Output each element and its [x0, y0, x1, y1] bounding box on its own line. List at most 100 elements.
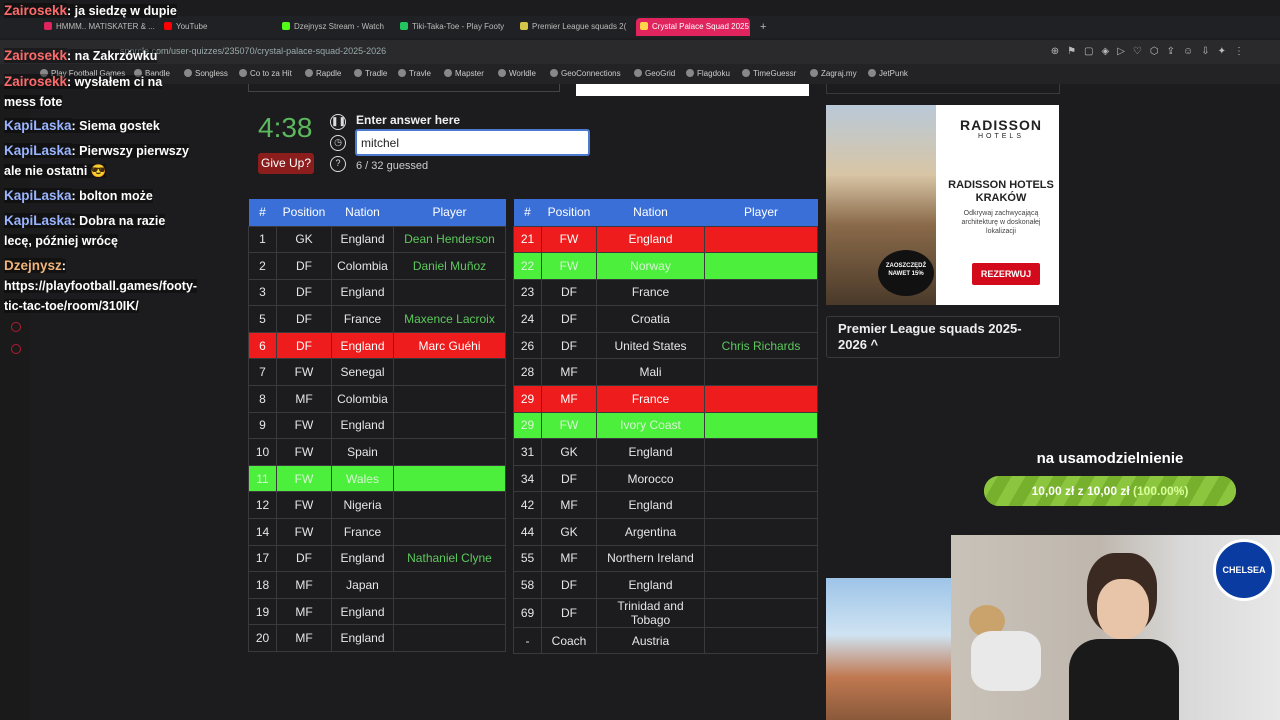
col-header-nation: Nation [331, 199, 394, 226]
bookmark[interactable]: Mapster [444, 69, 484, 78]
bookmark[interactable]: Co to za Hit [239, 69, 292, 78]
cell-nation: England [596, 571, 705, 599]
chat-username[interactable]: Dzejnysz [4, 258, 62, 273]
tab-4[interactable]: Premier League squads 2( [516, 18, 628, 36]
chat-text: : ja siedzę w dupie [67, 4, 177, 18]
tab-3[interactable]: Tiki-Taka-Toe - Play Footy [396, 18, 508, 36]
bookmark[interactable]: Zagraj.my [810, 69, 857, 78]
chat-text: : Siema gostek [71, 119, 160, 133]
settings-icon[interactable]: ⋮ [1234, 46, 1252, 57]
give-up-button[interactable]: Give Up? [258, 153, 314, 174]
cell-num: 69 [513, 597, 542, 628]
screenshot-icon[interactable]: ▢ [1084, 46, 1101, 57]
cell-player [704, 571, 818, 599]
cell-position: DF [541, 278, 597, 307]
cell-position: DF [276, 278, 332, 307]
table-row: 20 MF England [248, 624, 506, 652]
cell-player [704, 411, 818, 440]
ad-cta-button[interactable]: REZERWUJ [972, 263, 1040, 285]
answer-input[interactable] [355, 129, 590, 156]
quiz-timer: 4:38 [258, 112, 313, 143]
table-row: 17 DF England Nathaniel Clyne [248, 544, 506, 573]
chat-username[interactable]: KapiLaska [4, 143, 72, 158]
chat-username[interactable]: Zairosekk [4, 3, 68, 18]
table-row: 69 DF Trinidad and Tobago [513, 597, 818, 628]
cell-position: FW [276, 491, 332, 520]
cell-nation: England [331, 597, 394, 626]
bookmark[interactable]: GeoGrid [634, 69, 675, 78]
cell-nation: Japan [331, 571, 394, 599]
chat-username[interactable]: KapiLaska [4, 118, 72, 133]
cell-player [393, 358, 506, 387]
table-row: 26 DF United States Chris Richards [513, 331, 818, 360]
tab-2[interactable]: Dzejnysz Stream - Watch [278, 18, 388, 36]
bookmark-icon [354, 69, 362, 77]
chat-message: Zairosekk: wysłałem ci na mess fote [4, 72, 192, 112]
cell-num: 19 [248, 597, 277, 626]
settings-icon[interactable] [11, 344, 21, 354]
tab-5-active[interactable]: Crystal Palace Squad 2025 [636, 18, 750, 36]
donation-goal-title: na usamodzielnienie [1036, 450, 1184, 467]
bookmark-label: Worldle [509, 69, 536, 78]
chat-username[interactable]: Zairosekk [4, 48, 68, 63]
cell-player [704, 225, 818, 254]
extensions-icon[interactable]: ⬡ [1150, 46, 1167, 57]
cell-nation: England [596, 225, 705, 254]
bookmark-label: Rapdle [316, 69, 342, 78]
clock-icon[interactable]: ◷ [330, 135, 346, 151]
chat-username[interactable]: KapiLaska [4, 188, 72, 203]
webcam-feed: CHELSEA [951, 535, 1280, 720]
chat-username[interactable]: Zairosekk [4, 74, 68, 89]
screen: HMMM.. MATISKATER & ... YouTube Dzejnysz… [0, 0, 1280, 720]
help-icon[interactable]: ? [330, 156, 346, 172]
cell-position: MF [541, 385, 597, 413]
bookmark[interactable]: Travle [398, 69, 431, 78]
bookmark[interactable]: TimeGuessr [742, 69, 796, 78]
side-icon[interactable] [11, 322, 21, 332]
pin-icon[interactable]: ⚑ [1067, 46, 1084, 57]
bookmark[interactable]: Flagdoku [686, 69, 730, 78]
table-row: 31 GK England [513, 438, 818, 466]
download-icon[interactable]: ⇩ [1201, 46, 1217, 57]
cell-player [704, 438, 818, 466]
cell-position: FW [541, 225, 597, 254]
play-icon[interactable]: ▷ [1117, 46, 1133, 57]
cell-nation: Norway [596, 252, 705, 280]
cell-num: 31 [513, 438, 542, 466]
top-ad[interactable] [576, 84, 809, 96]
table-row: 58 DF England [513, 571, 818, 599]
bookmark[interactable]: JetPunk [868, 69, 908, 78]
bottom-ad[interactable] [826, 578, 952, 720]
cell-nation: Colombia [331, 252, 394, 280]
cell-num: 22 [513, 252, 542, 280]
table-row: 8 MF Colombia [248, 385, 506, 413]
ai-icon[interactable]: ✦ [1218, 46, 1234, 57]
cell-player [393, 624, 506, 652]
bookmark-label: GeoGrid [645, 69, 676, 78]
bookmark-icon [550, 69, 558, 77]
account-icon[interactable]: ☺ [1183, 46, 1201, 57]
radisson-ad[interactable]: ZAOSZCZĘDŹ NAWET 15% RADISSON HOTELS RADI… [826, 105, 1059, 305]
cell-num: 12 [248, 491, 277, 520]
bookmark[interactable]: Rapdle [305, 69, 341, 78]
shield-icon[interactable]: ◈ [1102, 46, 1118, 57]
bookmark[interactable]: GeoConnections [550, 69, 621, 78]
pause-icon[interactable]: ❚❚ [330, 114, 346, 130]
bookmark[interactable]: Tradle [354, 69, 387, 78]
cell-position: MF [541, 544, 597, 573]
heart-icon[interactable]: ♡ [1133, 46, 1150, 57]
new-tab-button[interactable]: + [756, 18, 770, 36]
share-icon[interactable]: ⇪ [1167, 46, 1183, 57]
premier-league-squads-box[interactable]: Premier League squads 2025-2026 ^ [826, 316, 1060, 358]
zoom-icon[interactable]: ⊕ [1051, 46, 1067, 57]
cell-nation: Spain [331, 438, 394, 466]
chat-username[interactable]: KapiLaska [4, 213, 72, 228]
bookmark[interactable]: Worldle [498, 69, 536, 78]
bookmark-label: TimeGuessr [753, 69, 797, 78]
cell-player [704, 305, 818, 333]
chevron-up-icon[interactable]: ^ [871, 337, 879, 352]
cell-position: MF [276, 597, 332, 626]
cell-nation: Croatia [596, 305, 705, 333]
table-row: 23 DF France [513, 278, 818, 307]
donation-progress-bar: 10,00 zł z 10,00 zł (100.00%) [984, 476, 1236, 506]
